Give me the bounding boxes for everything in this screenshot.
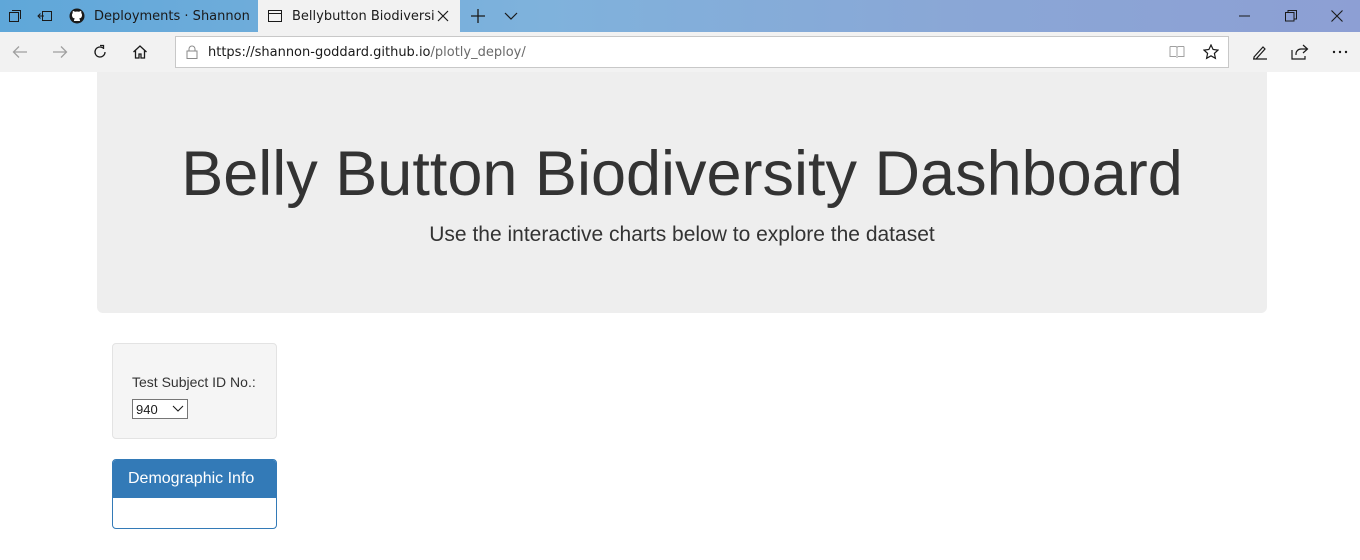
close-window-icon[interactable] (1314, 0, 1360, 32)
window-controls (1222, 0, 1360, 32)
url-host: https://shannon-goddard.github.io (208, 44, 431, 60)
lock-icon[interactable] (176, 45, 208, 59)
back-icon[interactable] (0, 32, 40, 72)
tab-strip: Deployments · Shannon-Go Bellybutton Bio… (0, 0, 1360, 32)
demographic-info-heading: Demographic Info (113, 460, 276, 498)
navigation-bar: https://shannon-goddard.github.io/plotly… (0, 32, 1360, 72)
header-jumbotron: Belly Button Biodiversity Dashboard Use … (97, 72, 1267, 313)
minimize-icon[interactable] (1222, 0, 1268, 32)
close-tab-icon[interactable] (434, 7, 452, 25)
tab-label: Deployments · Shannon-Go (94, 8, 250, 24)
tab-bellybutton[interactable]: Bellybutton Biodiversity (258, 0, 460, 32)
forward-icon[interactable] (40, 32, 80, 72)
share-icon[interactable] (1280, 32, 1320, 72)
subject-id-label: Test Subject ID No.: (132, 374, 256, 390)
notes-pen-icon[interactable] (1240, 32, 1280, 72)
reading-view-icon[interactable] (1160, 37, 1194, 67)
subject-selector-well: Test Subject ID No.: 940 (112, 343, 277, 439)
page-content: Belly Button Biodiversity Dashboard Use … (0, 72, 1360, 560)
address-bar[interactable]: https://shannon-goddard.github.io/plotly… (175, 36, 1229, 68)
home-icon[interactable] (120, 32, 160, 72)
url-path: /plotly_deploy/ (430, 44, 526, 60)
new-tab-icon[interactable] (460, 0, 496, 32)
tab-label: Bellybutton Biodiversity (292, 8, 434, 24)
github-icon (68, 7, 86, 25)
set-tabs-aside-icon[interactable] (30, 0, 60, 32)
page-icon (266, 7, 284, 25)
url-text[interactable]: https://shannon-goddard.github.io/plotly… (208, 45, 526, 60)
favorite-star-icon[interactable] (1194, 37, 1228, 67)
tab-actions-icon[interactable] (0, 0, 30, 32)
more-icon[interactable] (1320, 32, 1360, 72)
page-subtitle: Use the interactive charts below to expl… (429, 223, 935, 246)
demographic-info-panel: Demographic Info (112, 459, 277, 529)
tab-deployments[interactable]: Deployments · Shannon-Go (60, 0, 258, 32)
page-title: Belly Button Biodiversity Dashboard (181, 139, 1183, 209)
restore-icon[interactable] (1268, 0, 1314, 32)
tab-preview-chevron-icon[interactable] (496, 0, 526, 32)
refresh-icon[interactable] (80, 32, 120, 72)
subject-id-select[interactable]: 940 (132, 399, 188, 419)
